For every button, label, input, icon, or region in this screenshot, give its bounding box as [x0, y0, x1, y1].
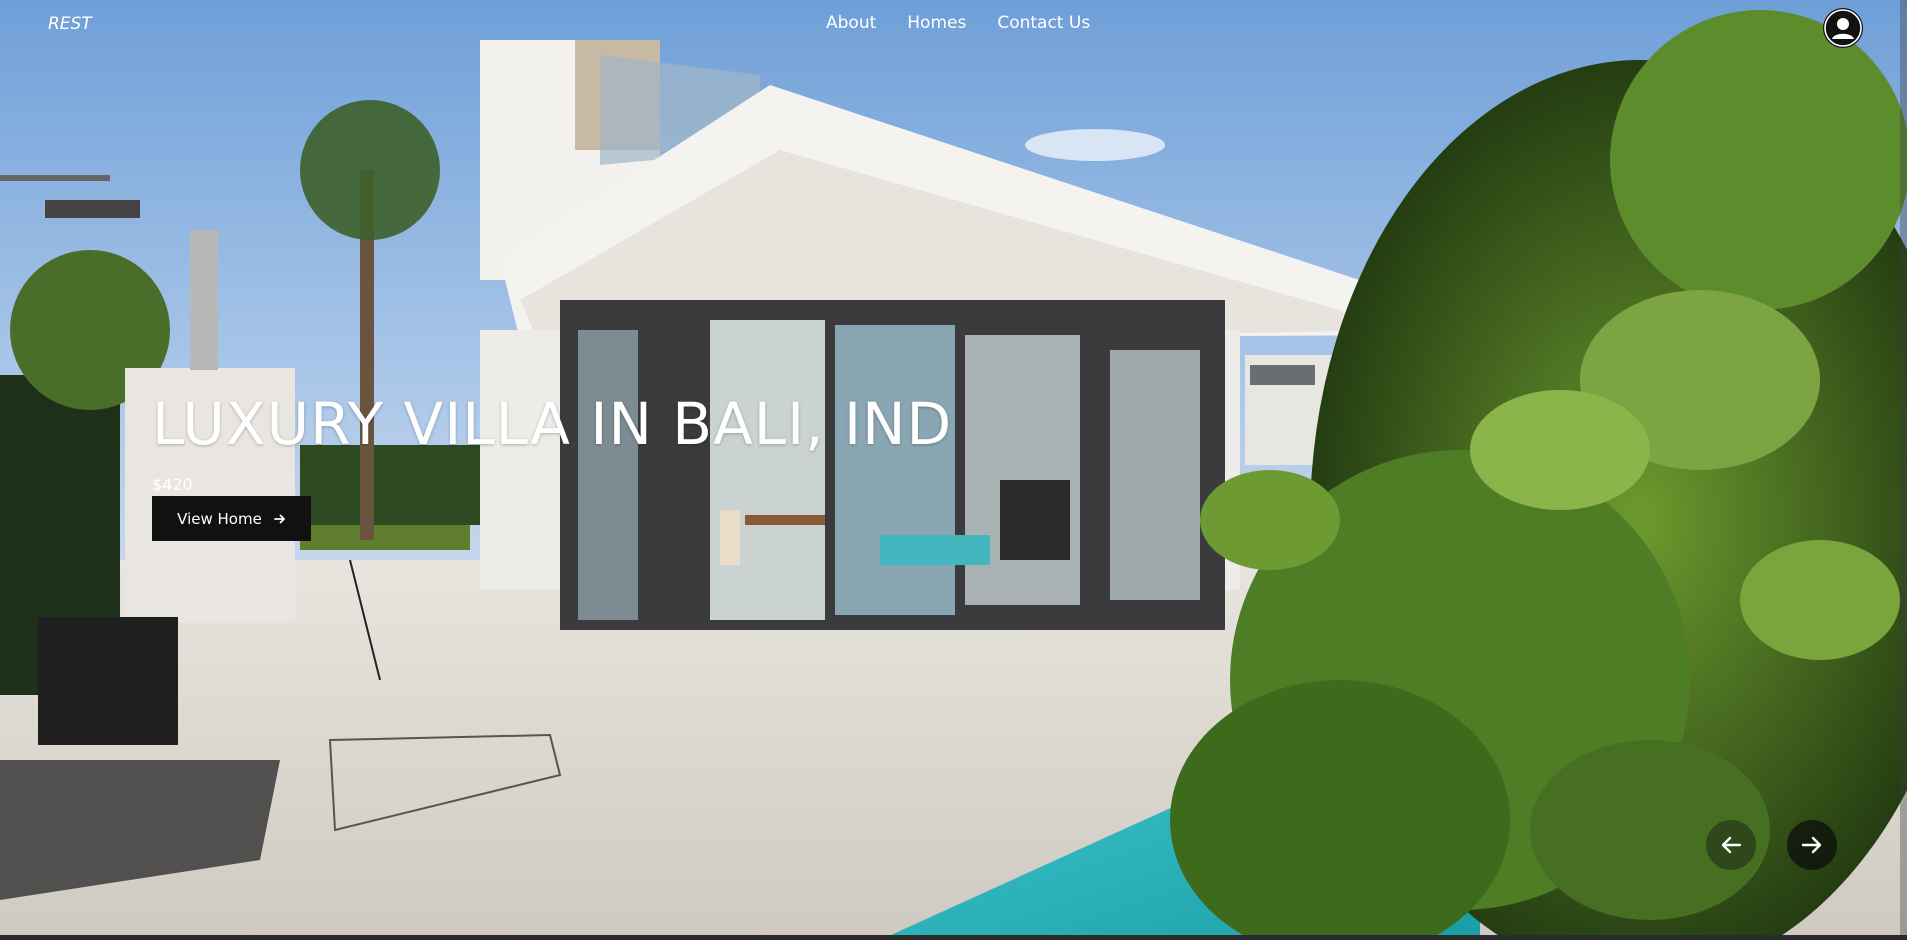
site-logo[interactable]: REST: [48, 14, 92, 34]
arrow-right-icon: [273, 514, 285, 523]
arrow-right-icon: [1801, 836, 1822, 854]
nav-link-homes[interactable]: Homes: [907, 13, 966, 33]
arrow-left-icon: [1721, 836, 1742, 854]
nav-link-contact-us[interactable]: Contact Us: [997, 13, 1090, 33]
user-avatar-icon: [1824, 9, 1862, 47]
view-home-button[interactable]: View Home: [152, 496, 311, 541]
listing-price: $420: [152, 475, 193, 494]
nav-menu: About Homes Contact Us: [826, 13, 1121, 33]
listing-title: LUXURY VILLA IN BALI, IND: [152, 390, 953, 458]
previous-slide-button[interactable]: [1706, 820, 1756, 870]
bottom-edge-bar: [0, 935, 1907, 940]
page-scrollbar[interactable]: [1900, 0, 1907, 935]
view-home-label: View Home: [177, 509, 262, 528]
hero-background-image: [0, 0, 1907, 940]
top-navigation: REST About Homes Contact Us: [0, 0, 1907, 50]
hero-content: LUXURY VILLA IN BALI, IND $420 View Home: [152, 390, 953, 541]
user-avatar-button[interactable]: [1823, 8, 1863, 48]
hero-slider: REST About Homes Contact Us LUXURY VILLA…: [0, 0, 1907, 940]
next-slide-button[interactable]: [1787, 820, 1837, 870]
nav-link-about[interactable]: About: [826, 13, 876, 33]
